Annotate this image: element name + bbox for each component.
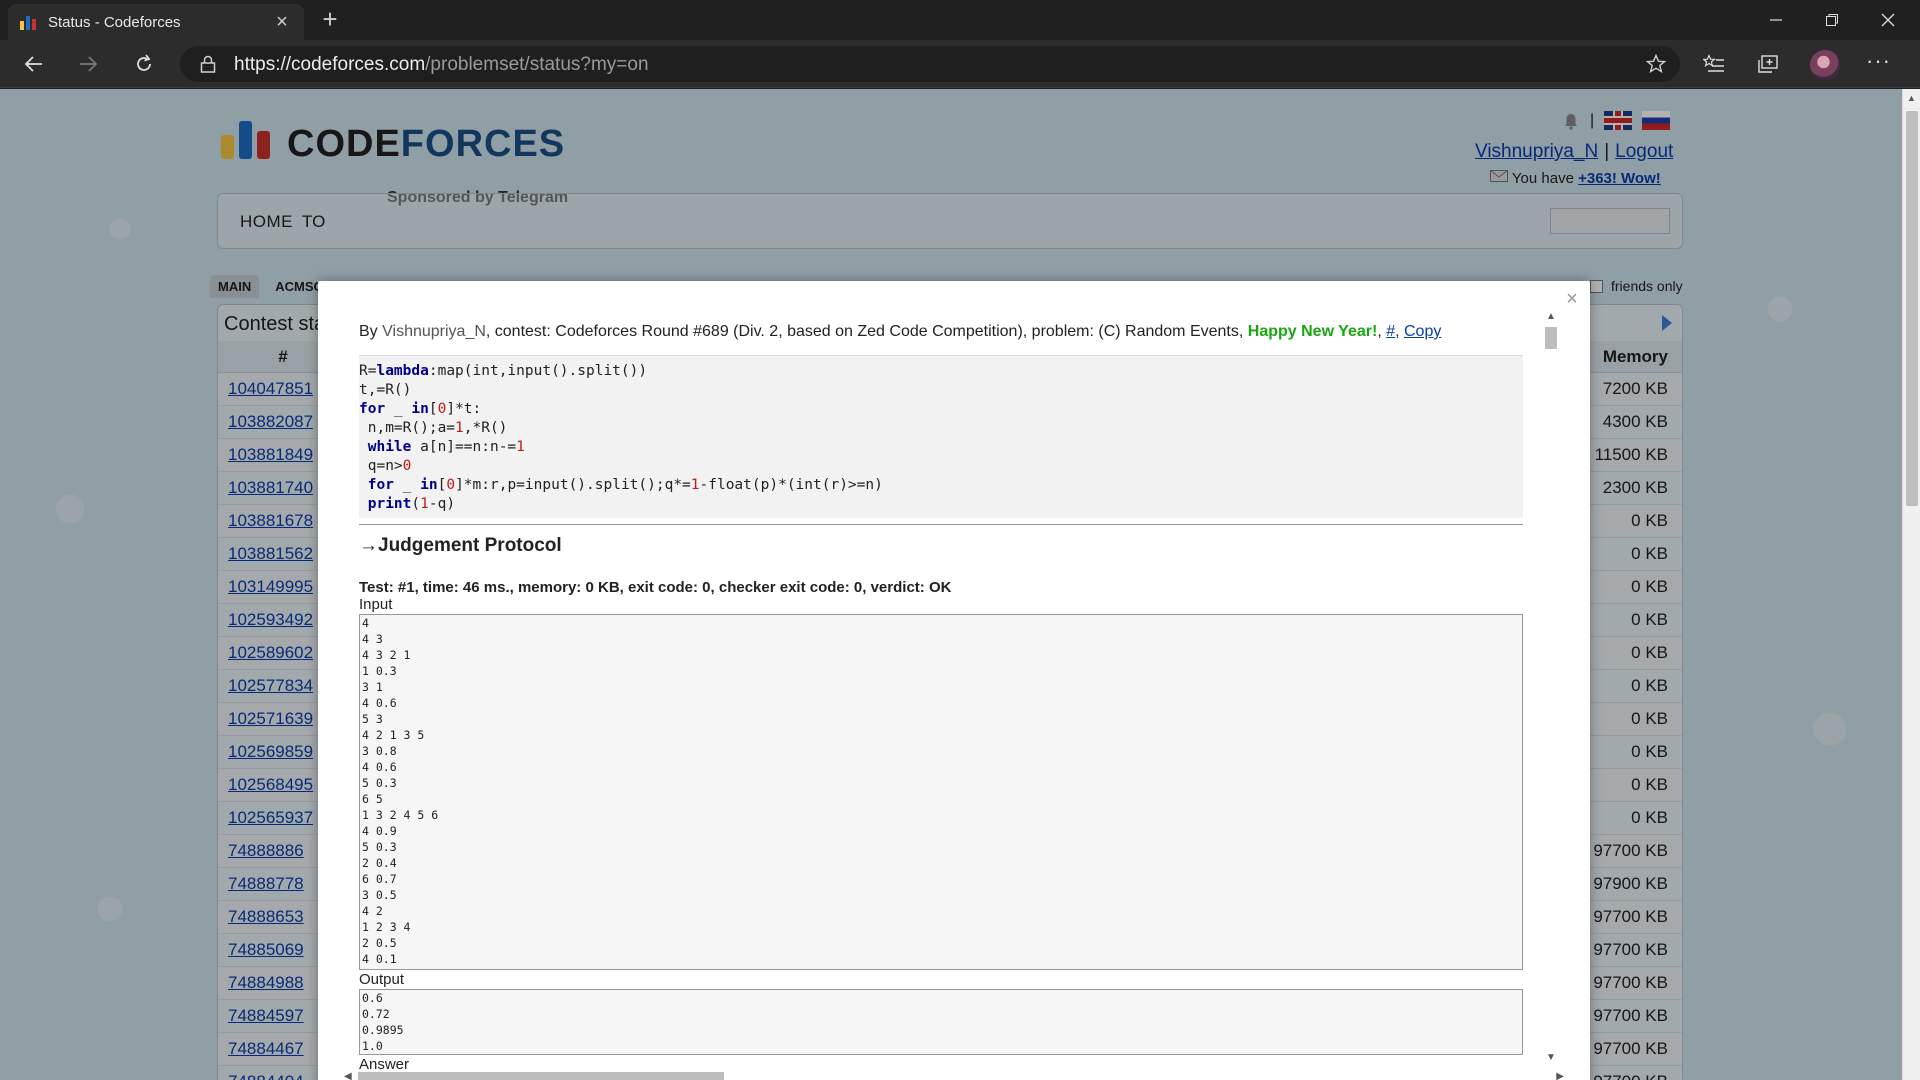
byline-author[interactable]: Vishnupriya_N [382, 323, 486, 340]
byline-contest: , contest: Codeforces Round #689 (Div. 2… [485, 323, 1244, 340]
tab-close-icon[interactable]: × [272, 12, 292, 32]
url-field[interactable]: https://codeforces.com/problemset/status… [180, 46, 1680, 82]
scroll-thumb-horizontal[interactable] [358, 1072, 724, 1080]
window-close-icon[interactable] [1860, 0, 1916, 40]
forward-icon[interactable] [72, 48, 104, 80]
browser-menu-icon[interactable]: ··· [1866, 48, 1891, 74]
modal-vertical-scrollbar[interactable]: ▲ ▼ [1542, 311, 1558, 1063]
page-scroll-up-icon[interactable]: ▲ [1907, 93, 1916, 103]
collections-icon[interactable] [1752, 48, 1784, 80]
submission-byline: By Vishnupriya_N, contest: Codeforces Ro… [359, 323, 1442, 340]
codeforces-favicon-icon [20, 14, 36, 30]
browser-tab[interactable]: Status - Codeforces × [8, 4, 304, 40]
test-output: 0.6 0.72 0.9895 1.0 [359, 989, 1523, 1055]
permalink-link[interactable]: # [1386, 323, 1395, 340]
judgement-protocol-title[interactable]: →Judgement Protocol [359, 535, 1523, 557]
favorite-star-icon[interactable] [1645, 53, 1667, 79]
profile-avatar[interactable] [1810, 50, 1840, 80]
reload-icon[interactable] [128, 48, 160, 80]
codeforces-page: CODEFORCES Sponsored by Telegram | Vishn… [0, 89, 1902, 1080]
modal-horizontal-scrollbar[interactable]: ◀ ▶ [344, 1069, 1564, 1080]
new-tab-button[interactable]: + [316, 6, 344, 34]
browser-tabbar: Status - Codeforces × + [0, 0, 1920, 40]
submission-modal: × By Vishnupriya_N, contest: Codeforces … [318, 281, 1590, 1080]
address-bar-area: https://codeforces.com/problemset/status… [0, 40, 1920, 88]
restore-icon[interactable] [1804, 0, 1860, 40]
source-code: R=lambda:map(int,input().split()) t,=R()… [359, 355, 1523, 518]
modal-content: By Vishnupriya_N, contest: Codeforces Ro… [359, 323, 1523, 1074]
page-scroll-thumb[interactable] [1906, 111, 1918, 506]
back-icon[interactable] [18, 48, 50, 80]
test-input: 4 4 3 4 3 2 1 1 0.3 3 1 4 0.6 5 3 4 2 1 … [359, 614, 1523, 970]
minimize-icon[interactable] [1748, 0, 1804, 40]
scroll-up-icon[interactable]: ▲ [1546, 311, 1556, 322]
output-label: Output [359, 971, 405, 988]
happy-new-year-text: Happy New Year! [1247, 323, 1378, 340]
test-summary: Test: #1, time: 46 ms., memory: 0 KB, ex… [359, 579, 952, 596]
scroll-thumb[interactable] [1545, 327, 1557, 349]
tab-title: Status - Codeforces [48, 13, 181, 31]
copy-link[interactable]: Copy [1404, 323, 1441, 340]
page-scrollbar[interactable]: ▲ [1902, 89, 1920, 1080]
url-text: https://codeforces.com/problemset/status… [234, 54, 649, 75]
modal-close-icon[interactable]: × [1562, 289, 1582, 309]
lock-icon [200, 55, 216, 78]
scroll-left-icon[interactable]: ◀ [344, 1071, 352, 1080]
divider [359, 524, 1523, 525]
favorites-list-icon[interactable] [1698, 48, 1730, 80]
scroll-down-icon[interactable]: ▼ [1546, 1052, 1556, 1063]
byline-by: By [359, 323, 378, 340]
scroll-right-icon[interactable]: ▶ [1556, 1071, 1564, 1080]
input-label: Input [359, 596, 393, 613]
